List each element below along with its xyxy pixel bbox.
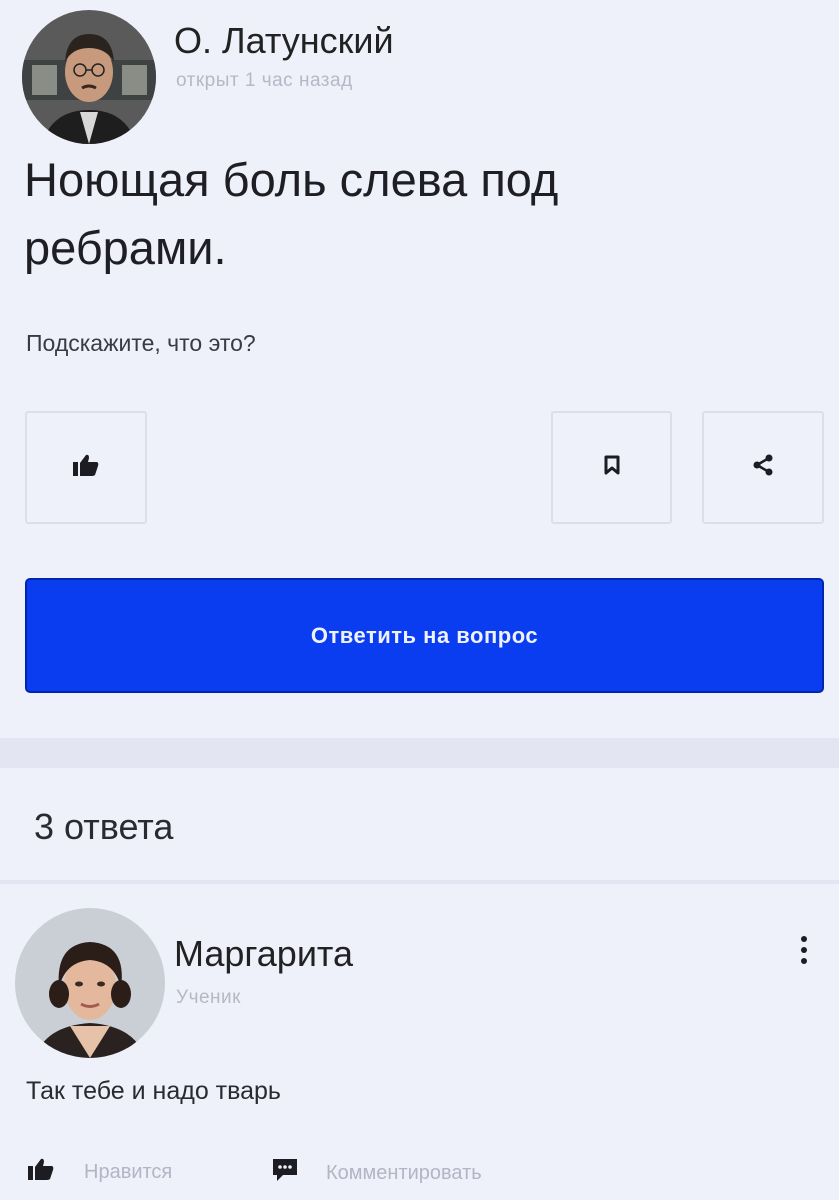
question-title: Ноющая боль слева под ребрами. xyxy=(24,153,559,274)
thumbs-up-icon xyxy=(73,454,99,481)
more-options-button[interactable] xyxy=(794,930,814,970)
share-icon xyxy=(751,453,775,482)
bookmark-icon xyxy=(604,455,620,480)
section-divider xyxy=(0,738,839,768)
more-vertical-icon xyxy=(801,936,807,964)
thumbs-up-icon xyxy=(28,1158,54,1186)
question-timestamp: открыт 1 час назад xyxy=(176,70,353,91)
answer-author-avatar[interactable] xyxy=(15,908,165,1058)
bookmark-button[interactable] xyxy=(551,411,672,524)
answers-count: 3 ответа xyxy=(34,806,174,847)
question-body: Подскажите, что это? xyxy=(26,330,256,356)
answer-author-role: Ученик xyxy=(176,987,241,1008)
answer-text: Так тебе и надо тварь xyxy=(26,1077,281,1105)
answers-divider xyxy=(0,880,839,884)
comment-icon xyxy=(272,1158,298,1188)
author-avatar[interactable] xyxy=(22,10,156,144)
answer-question-button[interactable]: Ответить на вопрос xyxy=(25,578,824,693)
like-label: Нравится xyxy=(84,1160,173,1183)
answer-comment-button[interactable]: Комментировать xyxy=(272,1158,482,1188)
answer-like-button[interactable]: Нравится xyxy=(28,1158,172,1186)
author-name[interactable]: О. Латунский xyxy=(174,20,394,62)
comment-label: Комментировать xyxy=(326,1161,482,1184)
answer-author-name[interactable]: Маргарита xyxy=(174,933,353,975)
share-button[interactable] xyxy=(702,411,824,524)
like-button[interactable] xyxy=(25,411,147,524)
